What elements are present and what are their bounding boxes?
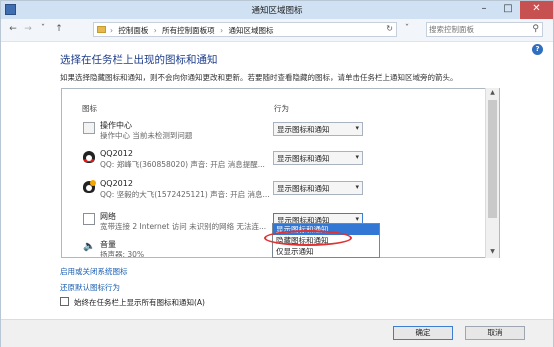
behavior-select[interactable]: 显示图标和通知 ▾ xyxy=(273,122,363,136)
window: 通知区域图标 – □ ✕ ← → ˇ ↑ › 控制面板 › 所有控制面板项 › … xyxy=(0,0,554,347)
footer: 确定 取消 xyxy=(1,319,553,347)
title-bar: 通知区域图标 – □ ✕ xyxy=(1,1,553,19)
column-header-action: 行为 xyxy=(274,104,289,113)
network-icon xyxy=(83,213,95,225)
scroll-down-icon[interactable]: ▼ xyxy=(486,247,499,257)
page-description: 如果选择隐藏图标和通知，则不会向你通知更改和更新。若要随时查看隐藏的图标，请单击… xyxy=(60,73,458,82)
help-icon[interactable]: ? xyxy=(532,44,543,55)
qq-penguin-icon xyxy=(83,151,95,163)
scroll-thumb[interactable] xyxy=(488,100,497,218)
ok-button[interactable]: 确定 xyxy=(393,326,453,340)
item-description: 扬声器: 30% xyxy=(100,250,145,258)
behavior-select[interactable]: 显示图标和通知 ▾ xyxy=(273,181,363,195)
list-item: QQ2012 QQ: 郑峰飞(360858020) 声音: 开启 消息提醒...… xyxy=(62,146,487,174)
column-header-icon: 图标 xyxy=(82,104,97,113)
address-bar[interactable]: › 控制面板 › 所有控制面板项 › 通知区域图标 ↻ xyxy=(93,22,397,37)
breadcrumb-control-panel[interactable]: 控制面板 xyxy=(118,26,148,35)
breadcrumb-separator: › xyxy=(110,26,113,35)
always-show-checkbox[interactable] xyxy=(60,297,69,306)
up-arrow-icon[interactable]: ↑ xyxy=(53,23,65,36)
scroll-up-icon[interactable]: ▲ xyxy=(486,88,499,98)
minimize-button[interactable]: – xyxy=(472,1,496,19)
qq-penguin-icon xyxy=(83,180,96,193)
breadcrumb-notification-icons[interactable]: 通知区域图标 xyxy=(228,26,273,35)
item-description: QQ: 坚毅的大飞(1572425121) 声音: 开启 消息... xyxy=(100,190,270,199)
scrollbar[interactable]: ▲ ▼ xyxy=(485,88,499,258)
forward-arrow-icon[interactable]: → xyxy=(22,23,34,36)
behavior-select[interactable]: 显示图标和通知 ▾ xyxy=(273,151,363,165)
list-item: QQ2012 QQ: 坚毅的大飞(1572425121) 声音: 开启 消息..… xyxy=(62,176,487,204)
search-box[interactable]: ⚲ xyxy=(426,22,543,37)
breadcrumb-all-items[interactable]: 所有控制面板项 xyxy=(162,26,215,35)
chevron-down-icon: ▾ xyxy=(355,124,359,132)
chevron-down-icon: ▾ xyxy=(355,153,359,161)
always-show-label[interactable]: 始终在任务栏上显示所有图标和通知(A) xyxy=(74,297,205,308)
item-description: 操作中心 当前未检测到问题 xyxy=(100,131,193,140)
refresh-icon[interactable]: ↻ xyxy=(386,24,393,33)
chevron-down-icon: ▾ xyxy=(355,183,359,191)
search-input[interactable] xyxy=(429,24,525,35)
select-value: 显示图标和通知 xyxy=(277,184,330,193)
select-value: 显示图标和通知 xyxy=(277,154,330,163)
recent-chevron-icon[interactable]: ˇ xyxy=(37,23,49,36)
cancel-button[interactable]: 取消 xyxy=(465,326,525,340)
highlight-annotation xyxy=(264,230,352,246)
control-panel-icon xyxy=(97,26,106,33)
item-description: QQ: 郑峰飞(360858020) 声音: 开启 消息提醒... xyxy=(100,160,265,169)
address-dropdown-icon[interactable]: ˇ xyxy=(401,23,413,36)
item-name: QQ2012 xyxy=(100,149,133,158)
back-arrow-icon[interactable]: ← xyxy=(7,23,19,36)
window-title: 通知区域图标 xyxy=(251,6,303,16)
select-value: 显示图标和通知 xyxy=(277,125,330,134)
breadcrumb-separator: › xyxy=(153,26,157,35)
address-row: ← → ˇ ↑ › 控制面板 › 所有控制面板项 › 通知区域图标 ↻ ˇ ⚲ xyxy=(1,19,553,42)
dropdown-option-notify-only[interactable]: 仅显示通知 xyxy=(273,246,379,257)
chevron-down-icon: ▾ xyxy=(355,215,359,223)
item-name: QQ2012 xyxy=(100,179,133,188)
flag-icon xyxy=(83,122,95,134)
search-icon[interactable]: ⚲ xyxy=(532,24,539,34)
speaker-icon: 🔈 xyxy=(83,241,96,252)
breadcrumb: › 控制面板 › 所有控制面板项 › 通知区域图标 xyxy=(110,25,276,36)
breadcrumb-separator: › xyxy=(220,26,224,35)
item-description: 宽带连接 2 Internet 访问 未识别的网络 无法连... xyxy=(100,222,267,231)
system-icons-link[interactable]: 启用或关闭系统图标 xyxy=(60,266,128,277)
maximize-button[interactable]: □ xyxy=(496,1,520,19)
list-item: 操作中心 操作中心 当前未检测到问题 显示图标和通知 ▾ xyxy=(62,117,487,145)
restore-defaults-link[interactable]: 还原默认图标行为 xyxy=(60,282,120,293)
close-button[interactable]: ✕ xyxy=(520,1,553,19)
page-title: 选择在任务栏上出现的图标和通知 xyxy=(60,54,218,66)
